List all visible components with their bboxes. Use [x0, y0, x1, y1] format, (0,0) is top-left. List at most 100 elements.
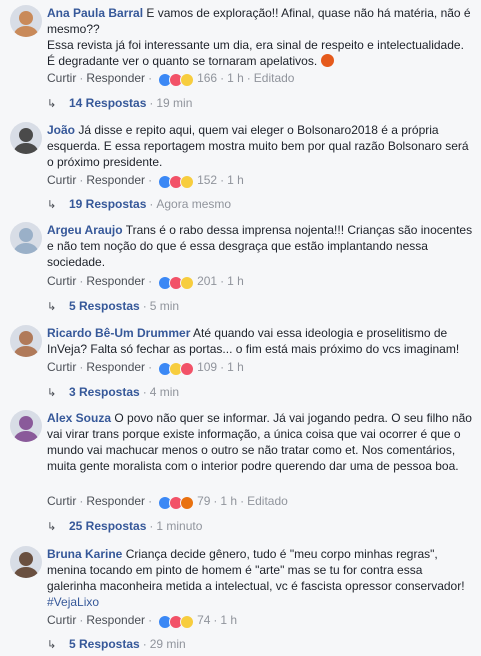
separator-dot: ·: [149, 197, 154, 211]
reply-button[interactable]: Responder: [86, 613, 145, 627]
separator-dot: ·: [79, 494, 84, 508]
comment-time[interactable]: 1 h: [227, 360, 244, 374]
hashtag-link[interactable]: #VejaLixo: [47, 595, 99, 609]
separator-dot: ·: [142, 637, 147, 651]
reply-arrow-icon: ↳: [47, 387, 57, 399]
separator-dot: ·: [246, 71, 251, 85]
reactions-summary[interactable]: [158, 615, 195, 629]
view-replies-link[interactable]: 19 Respostas: [69, 197, 146, 211]
comment-time[interactable]: 1 h: [227, 71, 244, 85]
separator-dot: ·: [148, 494, 153, 508]
reaction-count[interactable]: 109: [197, 360, 217, 374]
like-button[interactable]: Curtir: [47, 173, 76, 187]
comment-author[interactable]: Bruna Karine: [47, 547, 122, 561]
view-replies-link[interactable]: 14 Respostas: [69, 96, 146, 110]
replies-row: ↳ 3 Respostas · 4 min: [47, 384, 179, 400]
reaction-count[interactable]: 152: [197, 173, 217, 187]
comment: Ana Paula Barral E vamos de exploração!!…: [0, 5, 481, 115]
replies-time: 1 minuto: [156, 519, 203, 533]
reactions-summary[interactable]: [158, 175, 195, 189]
avatar[interactable]: [10, 122, 42, 154]
separator-dot: ·: [220, 274, 225, 288]
reaction-count[interactable]: 79: [197, 494, 210, 508]
reactions-summary[interactable]: [158, 276, 195, 290]
comment-time[interactable]: 1 h: [227, 274, 244, 288]
avatar[interactable]: [10, 222, 42, 254]
view-replies-link[interactable]: 5 Respostas: [69, 299, 140, 313]
reply-button[interactable]: Responder: [86, 360, 145, 374]
avatar[interactable]: [10, 410, 42, 442]
separator-dot: ·: [149, 96, 154, 110]
angry-face-emoji: [320, 54, 334, 67]
comment-body: Ana Paula Barral E vamos de exploração!!…: [47, 5, 473, 69]
reaction-count[interactable]: 74: [197, 613, 210, 627]
separator-dot: ·: [148, 613, 153, 627]
comment-author[interactable]: Ricardo Bê-Um Drummer: [47, 326, 190, 340]
comment-author[interactable]: Argeu Araujo: [47, 223, 123, 237]
view-replies-link[interactable]: 25 Respostas: [69, 519, 146, 533]
comment-author[interactable]: Alex Souza: [47, 411, 111, 425]
separator-dot: ·: [142, 299, 147, 313]
comment-time[interactable]: 1 h: [220, 613, 237, 627]
comment: Argeu Araujo Trans é o rabo dessa impren…: [0, 222, 481, 318]
reaction-count[interactable]: 166: [197, 71, 217, 85]
separator-dot: ·: [79, 71, 84, 85]
view-replies-link[interactable]: 5 Respostas: [69, 637, 140, 651]
separator-dot: ·: [79, 274, 84, 288]
comment-actions: Curtir · Responder · 74 · 1 h: [47, 612, 237, 629]
haha-reaction-icon: [180, 175, 195, 189]
avatar[interactable]: [10, 325, 42, 357]
angry-reaction-icon: [180, 496, 195, 510]
comment: João Já disse e repito aqui, quem vai el…: [0, 122, 481, 216]
replies-row: ↳ 14 Respostas · 19 min: [47, 95, 192, 111]
avatar[interactable]: [10, 546, 42, 578]
like-button[interactable]: Curtir: [47, 613, 76, 627]
edited-label[interactable]: Editado: [247, 494, 288, 508]
separator-dot: ·: [220, 360, 225, 374]
separator-dot: ·: [220, 71, 225, 85]
comment-author[interactable]: João: [47, 123, 75, 137]
like-button[interactable]: Curtir: [47, 71, 76, 85]
reply-arrow-icon: ↳: [47, 301, 57, 313]
like-button[interactable]: Curtir: [47, 360, 76, 374]
replies-row: ↳ 19 Respostas · Agora mesmo: [47, 196, 231, 212]
reply-button[interactable]: Responder: [86, 71, 145, 85]
reaction-count[interactable]: 201: [197, 274, 217, 288]
separator-dot: ·: [148, 173, 153, 187]
comment-body: Alex Souza O povo não quer se informar. …: [47, 410, 473, 474]
replies-row: ↳ 25 Respostas · 1 minuto: [47, 518, 202, 534]
edited-label[interactable]: Editado: [254, 71, 295, 85]
replies-time: 19 min: [156, 96, 193, 110]
separator-dot: ·: [79, 613, 84, 627]
haha-reaction-icon: [180, 73, 195, 87]
comment-feed: Ana Paula Barral E vamos de exploração!!…: [0, 0, 481, 653]
like-button[interactable]: Curtir: [47, 274, 76, 288]
separator-dot: ·: [213, 613, 218, 627]
comment-time[interactable]: 1 h: [220, 494, 237, 508]
separator-dot: ·: [240, 494, 245, 508]
reply-button[interactable]: Responder: [86, 274, 145, 288]
reply-arrow-icon: ↳: [47, 98, 57, 110]
separator-dot: ·: [220, 173, 225, 187]
reply-button[interactable]: Responder: [86, 173, 145, 187]
like-button[interactable]: Curtir: [47, 494, 76, 508]
comment: Bruna Karine Criança decide gênero, tudo…: [0, 546, 481, 656]
comment: Alex Souza O povo não quer se informar. …: [0, 410, 481, 538]
reactions-summary[interactable]: [158, 496, 195, 510]
reactions-summary[interactable]: [158, 73, 195, 87]
replies-time: Agora mesmo: [156, 197, 232, 211]
reply-button[interactable]: Responder: [86, 494, 145, 508]
avatar[interactable]: [10, 5, 42, 37]
reply-arrow-icon: ↳: [47, 639, 57, 651]
comment-body: Ricardo Bê-Um Drummer Até quando vai ess…: [47, 325, 473, 357]
reply-arrow-icon: ↳: [47, 521, 57, 533]
comment-actions: Curtir · Responder · 152 · 1 h: [47, 172, 244, 189]
separator-dot: ·: [148, 274, 153, 288]
comment-author[interactable]: Ana Paula Barral: [47, 6, 143, 20]
reactions-summary[interactable]: [158, 362, 195, 376]
reply-arrow-icon: ↳: [47, 199, 57, 211]
separator-dot: ·: [149, 519, 154, 533]
separator-dot: ·: [79, 360, 84, 374]
comment-time[interactable]: 1 h: [227, 173, 244, 187]
view-replies-link[interactable]: 3 Respostas: [69, 385, 140, 399]
